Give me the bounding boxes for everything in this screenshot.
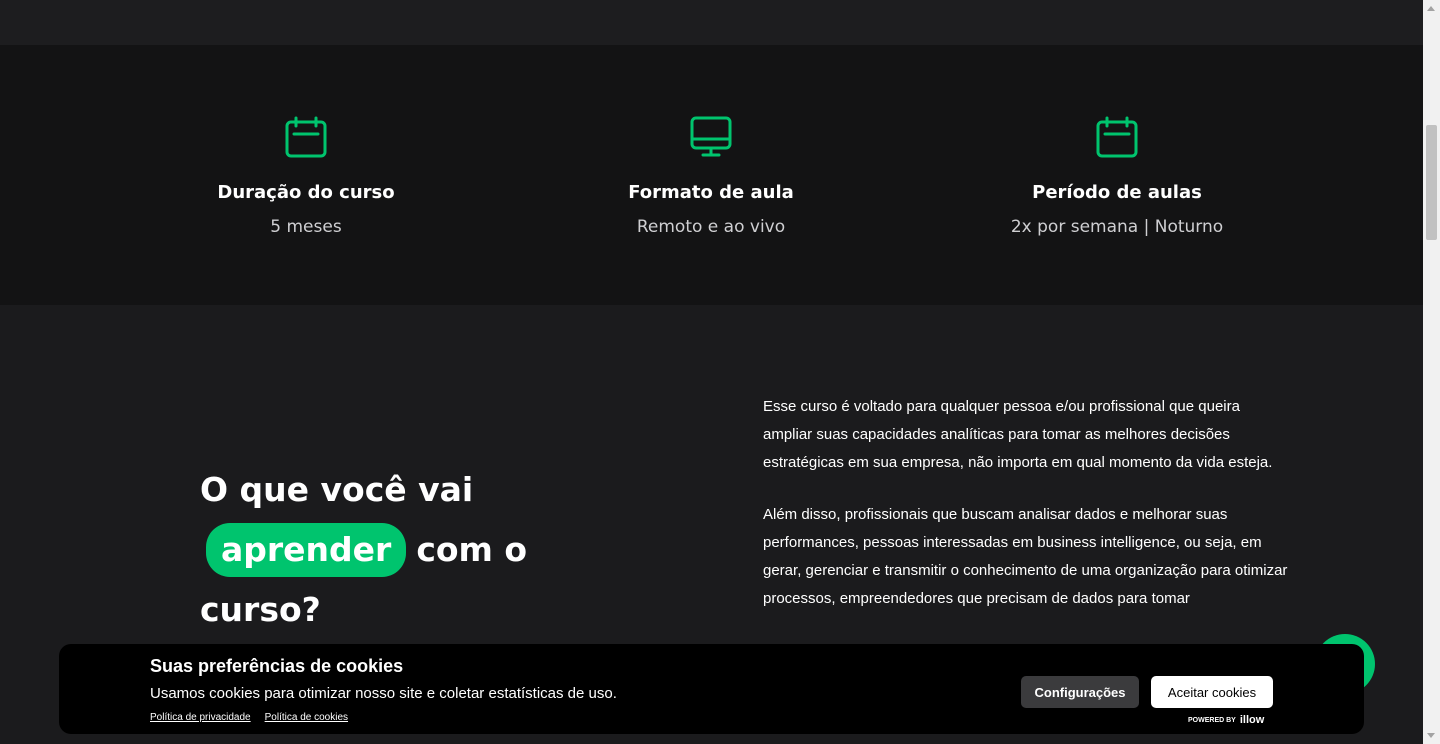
feature-value: 2x por semana | Noturno: [1010, 217, 1224, 237]
privacy-policy-link[interactable]: Política de privacidade: [150, 712, 251, 723]
description-paragraph: Esse curso é voltado para qualquer pesso…: [763, 398, 1273, 471]
feature-value: Remoto e ao vivo: [636, 217, 786, 237]
calendar-icon: [1095, 115, 1139, 159]
feature-title: Período de aulas: [1032, 182, 1202, 203]
cookie-links: Política de privacidade Política de cooki…: [150, 712, 362, 723]
feature-title: Duração do curso: [217, 182, 395, 203]
feature-value: 5 meses: [270, 217, 342, 237]
heading-highlight: aprender: [206, 523, 407, 577]
feature-format: Formato de aula Remoto e ao vivo: [551, 115, 871, 237]
description-paragraph: Além disso, profissionais que buscam ana…: [763, 506, 1288, 607]
powered-by-label: POWERED BY: [1188, 716, 1236, 724]
scroll-down-icon[interactable]: [1427, 733, 1435, 738]
top-strip: [0, 0, 1423, 45]
cookie-banner: Suas preferências de cookies Usamos cook…: [59, 644, 1364, 734]
feature-duration: Duração do curso 5 meses: [146, 115, 466, 237]
heading-text: O que você vai: [200, 470, 474, 509]
heading-text: curso?: [200, 590, 321, 629]
cookie-title: Suas preferências de cookies: [150, 656, 404, 676]
heading-text: com o: [416, 530, 528, 569]
brand-logo: illow: [1239, 714, 1265, 726]
scroll-up-icon[interactable]: [1427, 6, 1435, 11]
course-features: Duração do curso 5 meses Formato de aula…: [0, 45, 1423, 305]
page: Duração do curso 5 meses Formato de aula…: [0, 0, 1423, 744]
cookie-settings-button[interactable]: Configurações: [1021, 676, 1139, 708]
scrollbar[interactable]: [1423, 0, 1440, 744]
feature-schedule: Período de aulas 2x por semana | Noturno: [957, 115, 1277, 237]
feature-title: Formato de aula: [628, 182, 794, 203]
cookie-text: Usamos cookies para otimizar nosso site …: [150, 685, 617, 702]
powered-by: POWERED BY illow: [1188, 714, 1264, 726]
section-description: Esse curso é voltado para qualquer pesso…: [763, 393, 1288, 613]
calendar-icon: [284, 115, 328, 159]
scrollbar-thumb[interactable]: [1426, 125, 1437, 240]
accept-cookies-button[interactable]: Aceitar cookies: [1151, 676, 1273, 708]
cookie-policy-link[interactable]: Política de cookies: [265, 712, 348, 723]
section-heading: O que você vai aprender com o curso?: [200, 460, 620, 640]
monitor-icon: [689, 115, 733, 159]
